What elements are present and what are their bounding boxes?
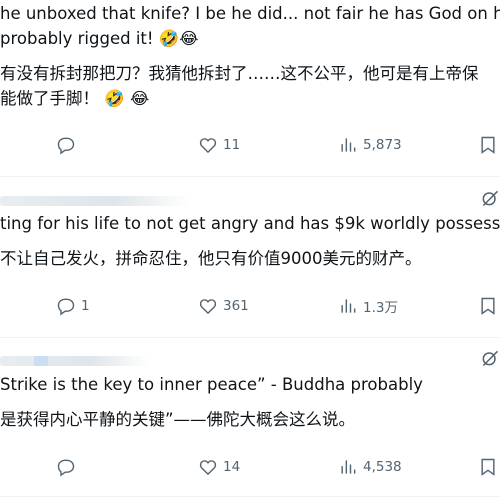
- tweet-translation-line: 有没有拆封那把刀？我猜他拆封了……这不公平，他可是有上帝保: [0, 64, 479, 83]
- bookmark-button[interactable]: [478, 296, 498, 316]
- views-button[interactable]: 5,873: [338, 135, 402, 155]
- like-count: 11: [223, 137, 241, 153]
- tweet-text-line: he unboxed that knife? I be he did... no…: [0, 4, 500, 23]
- tweet-text-line: probably rigged it! 🤣😂: [0, 29, 199, 48]
- like-count: 14: [223, 459, 241, 475]
- grok-icon-svg: [482, 350, 499, 367]
- views-count: 4,538: [363, 459, 402, 475]
- like-button[interactable]: 11: [198, 135, 240, 155]
- views-icon: [341, 138, 356, 152]
- reply-button[interactable]: 1: [56, 296, 90, 316]
- grok-icon[interactable]: [480, 188, 500, 208]
- author-name-blurred: [0, 196, 190, 206]
- views-button[interactable]: 4,538: [338, 457, 402, 477]
- tweet-translation-line: 是获得内心平静的关键”——佛陀大概会这么说。: [0, 410, 356, 429]
- bookmark-button[interactable]: [478, 135, 498, 155]
- heart-icon: [199, 460, 217, 476]
- views-icon: [341, 460, 356, 474]
- tweet-translation-line: 不让自己发火，拼命忍住，他只有价值9000美元的财产。: [0, 249, 422, 268]
- views-count: 5,873: [363, 137, 402, 153]
- reply-button[interactable]: [56, 457, 76, 477]
- bookmark-button[interactable]: [478, 457, 498, 477]
- like-button[interactable]: 14: [198, 457, 240, 477]
- author-name-blurred: [0, 356, 150, 366]
- reply-icon: [57, 459, 75, 477]
- heart-icon: [199, 299, 217, 315]
- bookmark-icon: [481, 458, 495, 476]
- tweet-text-line: Strike is the key to inner peace” - Budd…: [0, 375, 423, 394]
- views-button[interactable]: 1.3万: [338, 296, 398, 316]
- tweet-divider: [0, 496, 500, 497]
- bookmark-icon: [481, 297, 495, 315]
- heart-icon: [199, 138, 217, 154]
- tweet-translation-line: 能做了手脚！ 🤣 😂: [0, 89, 150, 108]
- reply-count: 1: [81, 298, 90, 314]
- reply-icon: [57, 298, 75, 316]
- like-count: 361: [223, 298, 249, 314]
- views-icon: [341, 299, 356, 313]
- tweet-divider: [0, 176, 500, 177]
- grok-icon-svg: [482, 190, 499, 207]
- reply-button[interactable]: [56, 135, 76, 155]
- like-button[interactable]: 361: [198, 296, 249, 316]
- verified-badge: [34, 356, 48, 366]
- bookmark-icon: [481, 136, 495, 154]
- reply-icon: [57, 137, 75, 155]
- tweet-divider: [0, 337, 500, 338]
- tweet-text-line: ting for his life to not get angry and h…: [0, 214, 500, 233]
- views-count: 1.3万: [363, 300, 398, 316]
- grok-icon[interactable]: [480, 348, 500, 368]
